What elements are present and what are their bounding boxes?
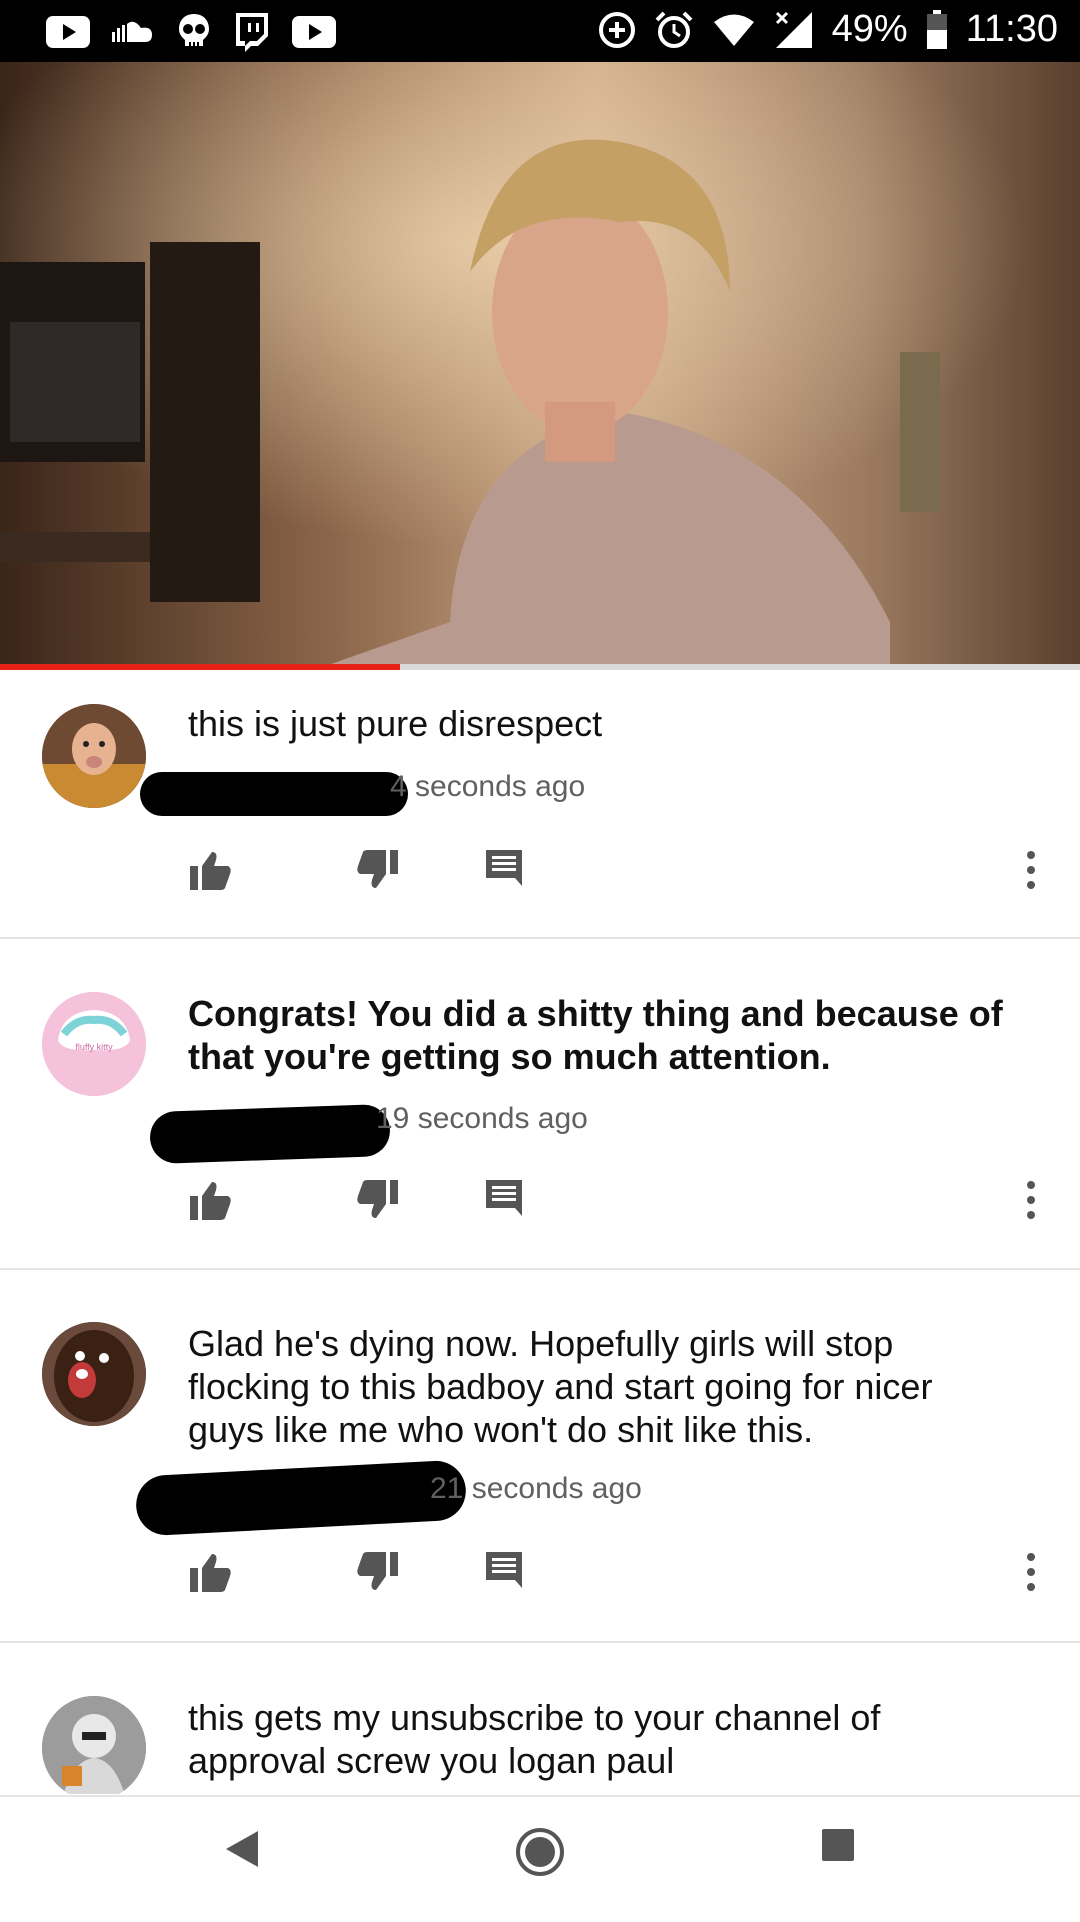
home-icon[interactable] xyxy=(515,1827,565,1882)
skull-icon xyxy=(178,13,210,51)
like-icon[interactable] xyxy=(190,850,232,895)
comment-text: this is just pure disrespect xyxy=(188,703,603,744)
avatar[interactable] xyxy=(42,1696,146,1794)
clock: 11:30 xyxy=(965,8,1058,50)
comment-actions xyxy=(0,850,1080,910)
avatar[interactable] xyxy=(42,1322,146,1426)
avatar-caption: fluffy kitty xyxy=(75,1042,113,1052)
dislike-icon[interactable] xyxy=(356,850,398,895)
video-player[interactable] xyxy=(0,62,1080,668)
comment-text: this gets my unsubscribe to your channel… xyxy=(188,1697,881,1781)
comment-timestamp: 19 seconds ago xyxy=(376,1102,588,1135)
comment-actions xyxy=(0,1552,1080,1612)
divider xyxy=(0,1641,1080,1643)
data-saver-icon xyxy=(598,11,636,49)
more-options-icon[interactable] xyxy=(1026,850,1036,895)
status-bar: 49% 11:30 xyxy=(0,0,1080,62)
comment-item: fluffy kitty Congrats! You did a shitty … xyxy=(0,940,1080,1270)
comment-timestamp: 4 seconds ago xyxy=(390,770,586,803)
recents-icon[interactable] xyxy=(820,1827,856,1868)
comment-item: this gets my unsubscribe to your channel… xyxy=(0,1644,1080,1794)
twitch-icon xyxy=(232,12,270,52)
system-nav-bar xyxy=(0,1795,1080,1922)
comment-item: this is just pure disrespect 4 seconds a… xyxy=(0,670,1080,940)
more-options-icon[interactable] xyxy=(1026,1552,1036,1597)
divider xyxy=(0,937,1080,939)
redacted-username xyxy=(134,1459,468,1537)
redacted-username xyxy=(149,1103,391,1165)
youtube-icon xyxy=(292,16,336,48)
comment-item: Glad he's dying now. Hopefully girls wil… xyxy=(0,1270,1080,1642)
comment-actions xyxy=(0,1180,1080,1240)
signal-icon xyxy=(774,10,814,50)
comment-text: Glad he's dying now. Hopefully girls wil… xyxy=(188,1323,933,1450)
avatar[interactable] xyxy=(42,704,146,808)
alarm-icon xyxy=(654,10,694,50)
comment-timestamp: 21 seconds ago xyxy=(430,1472,642,1505)
reply-icon[interactable] xyxy=(486,1552,522,1597)
more-options-icon[interactable] xyxy=(1026,1180,1036,1225)
comment-text: Congrats! You did a shitty thing and bec… xyxy=(188,993,1003,1077)
dislike-icon[interactable] xyxy=(356,1552,398,1597)
soundcloud-icon xyxy=(112,20,156,44)
like-icon[interactable] xyxy=(190,1180,232,1225)
avatar[interactable]: fluffy kitty xyxy=(42,992,146,1096)
dislike-icon[interactable] xyxy=(356,1180,398,1225)
back-icon[interactable] xyxy=(222,1827,262,1876)
youtube-icon xyxy=(46,16,90,48)
video-frame xyxy=(0,62,1080,668)
battery-percent: 49% xyxy=(831,8,908,50)
reply-icon[interactable] xyxy=(486,1180,522,1225)
battery-icon xyxy=(926,9,948,50)
redacted-username xyxy=(140,772,408,816)
like-icon[interactable] xyxy=(190,1552,232,1597)
reply-icon[interactable] xyxy=(486,850,522,895)
wifi-icon xyxy=(712,13,756,47)
